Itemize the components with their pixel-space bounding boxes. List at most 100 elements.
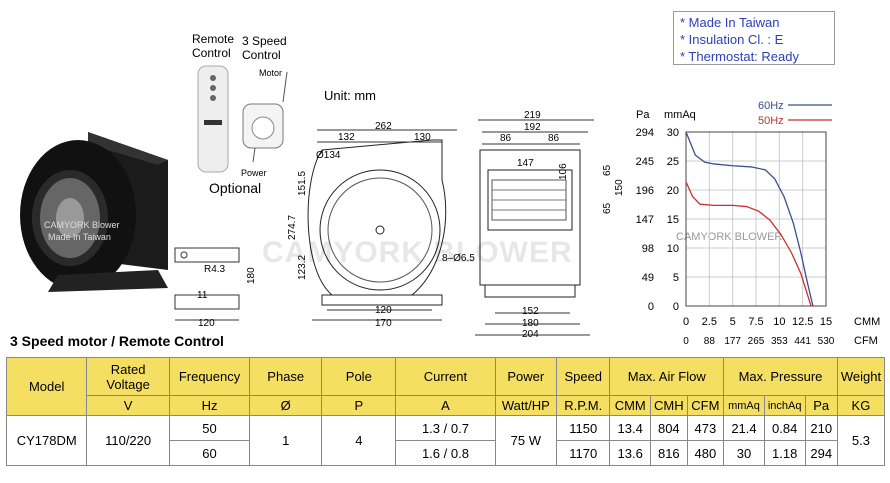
spec-table: Model Rated Voltage Frequency Phase Pole… xyxy=(5,357,886,466)
unit-kg: KG xyxy=(836,395,886,416)
cell-pole: 4 xyxy=(321,415,397,466)
unit-cfm: CFM xyxy=(686,395,725,416)
chart-xtick-cmm: 12.5 xyxy=(792,316,813,328)
chart-unit-mmaq: mmAq xyxy=(664,109,696,121)
cell-cfm: 473 xyxy=(686,415,725,441)
unit-label: Unit: mm xyxy=(324,88,376,103)
dim-219: 219 xyxy=(524,110,541,121)
th-airflow: Max. Air Flow xyxy=(609,357,725,396)
unit-a: A xyxy=(395,395,496,416)
chart-xtick-cfm: 265 xyxy=(748,336,765,347)
dim-65b: 65 xyxy=(602,202,613,214)
dim-86b: 86 xyxy=(548,133,560,144)
dim-192: 192 xyxy=(524,122,541,133)
dim-180: 180 xyxy=(522,318,539,329)
cell-inchaq: 1.18 xyxy=(763,440,806,466)
dim-204: 204 xyxy=(522,329,539,340)
watermark-text: CAMYORK BLOWER xyxy=(262,236,573,269)
cell-pa: 294 xyxy=(804,440,838,466)
chart-xtick-cfm: 530 xyxy=(818,336,835,347)
table-row: CY178DM 110/220 50 1 4 1.3 / 0.7 75 W 11… xyxy=(5,415,886,466)
chart-ytick-pa: 147 xyxy=(636,214,654,226)
th-speed: Speed xyxy=(556,357,611,396)
chart-xtick-cmm: 10 xyxy=(773,316,785,328)
photo-brand-text: CAMYORK Blower xyxy=(44,220,120,230)
th-pole: Pole xyxy=(321,357,397,396)
cell-voltage: 110/220 xyxy=(86,415,170,466)
chart-legend-label: 50Hz xyxy=(758,115,784,127)
unit-pole: P xyxy=(321,395,397,416)
cell-current: 1.6 / 0.8 xyxy=(395,440,496,466)
th-pressure: Max. Pressure xyxy=(723,357,838,396)
th-phase: Phase xyxy=(249,357,323,396)
dim-120: 120 xyxy=(375,305,392,316)
blower-photo: CAMYORK Blower Made In Taiwan xyxy=(20,132,168,292)
cell-model: CY178DM xyxy=(5,415,88,466)
cell-cmh: 816 xyxy=(650,440,688,466)
cell-freq: 60 xyxy=(168,440,251,466)
chart-ytick-pa: 0 xyxy=(648,301,654,313)
cell-cmm: 13.6 xyxy=(609,440,652,466)
th-model: Model xyxy=(5,357,88,416)
chart-xtick-cmm: 2.5 xyxy=(702,316,717,328)
chart-xtick-cmm: 7.5 xyxy=(748,316,763,328)
dim-86a: 86 xyxy=(500,133,512,144)
th-current: Current xyxy=(395,357,496,396)
chart-ytick-mmaq: 5 xyxy=(673,272,679,284)
chart-ytick-mmaq: 15 xyxy=(667,214,679,226)
chart-ytick-pa: 245 xyxy=(636,156,654,168)
th-frequency: Frequency xyxy=(168,357,251,396)
cell-inchaq: 0.84 xyxy=(763,415,806,441)
unit-hz: Hz xyxy=(168,395,251,416)
th-power: Power xyxy=(494,357,558,396)
unit-cmm: CMM xyxy=(609,395,652,416)
unit-rpm: R.P.M. xyxy=(556,395,611,416)
dim-170: 170 xyxy=(375,318,392,329)
motor-label: Motor xyxy=(259,68,283,78)
chart-ytick-pa: 49 xyxy=(642,272,654,284)
chart-ytick-mmaq: 20 xyxy=(667,185,679,197)
dim-147: 147 xyxy=(517,158,534,169)
cell-speed: 1170 xyxy=(556,440,611,466)
cell-phase: 1 xyxy=(249,415,323,466)
photo-made-text: Made In Taiwan xyxy=(48,232,111,242)
optional-label: Optional xyxy=(209,180,262,196)
features-box: * Made In Taiwan * Insulation Cl. : E * … xyxy=(673,11,835,65)
performance-chart: Pa mmAq CAMYORK BLOWER 294 30 245 25 196 20 14… xyxy=(636,100,881,347)
unit-watt: Watt/HP xyxy=(494,395,558,416)
chart-xtick-cfm: 353 xyxy=(771,336,788,347)
dim-bracket-11: 11 xyxy=(197,290,208,301)
dim-bracket-180: 180 xyxy=(246,267,257,284)
unit-cmh: CMH xyxy=(650,395,688,416)
cell-cfm: 480 xyxy=(686,440,725,466)
cell-cmh: 804 xyxy=(650,415,688,441)
chart-xtick-cfm: 88 xyxy=(704,336,716,347)
cell-cmm: 13.4 xyxy=(609,415,652,441)
chart-xunit-cmm: CMM xyxy=(854,316,880,328)
chart-xtick-cfm: 177 xyxy=(724,336,741,347)
chart-xtick-cfm: 0 xyxy=(683,336,689,347)
section-title: 3 Speed motor / Remote Control xyxy=(10,333,224,349)
note-made-in-taiwan: * Made In Taiwan xyxy=(680,15,780,30)
chart-xtick-cfm: 441 xyxy=(794,336,811,347)
chart-series-50Hz xyxy=(685,181,812,307)
cell-speed: 1150 xyxy=(556,415,611,441)
unit-phase: Ø xyxy=(249,395,323,416)
dim-151-5: 151.5 xyxy=(297,170,308,196)
remote-control-drawing xyxy=(197,65,288,173)
chart-ytick-mmaq: 10 xyxy=(667,243,679,255)
cell-power: 75 W xyxy=(494,415,558,466)
front-view-drawing xyxy=(475,119,594,336)
remote-control-label: Remote Control xyxy=(192,32,235,60)
chart-unit-pa: Pa xyxy=(636,109,650,121)
note-thermostat: * Thermostat: Ready xyxy=(680,49,799,64)
unit-inchaq: inchAq xyxy=(763,395,806,416)
chart-xtick-cmm: 15 xyxy=(820,316,832,328)
cell-weight: 5.3 xyxy=(836,415,886,466)
cell-freq: 50 xyxy=(168,415,251,441)
unit-pa: Pa xyxy=(804,395,838,416)
chart-xtick-cmm: 0 xyxy=(683,316,689,328)
cell-mmaq: 30 xyxy=(723,440,765,466)
power-label: Power xyxy=(241,168,267,178)
chart-xtick-cmm: 5 xyxy=(730,316,736,328)
